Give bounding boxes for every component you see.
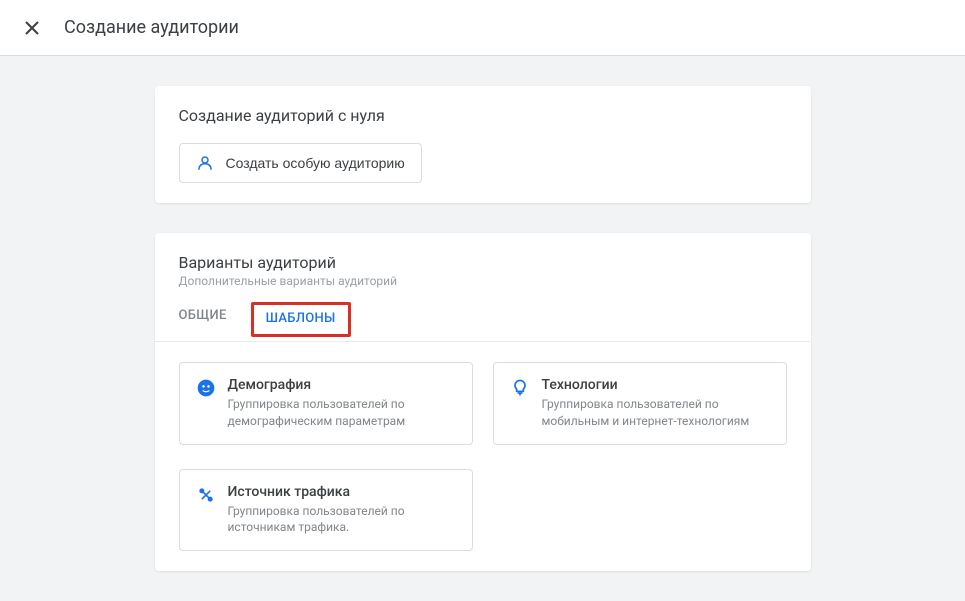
card-demographics[interactable]: Демография Группировка пользователей по … bbox=[179, 362, 473, 445]
page-header: Создание аудитории bbox=[0, 0, 965, 56]
card-desc: Группировка пользователей по источникам … bbox=[228, 503, 456, 537]
content-area: Создание аудиторий с нуля Создать особую… bbox=[0, 56, 965, 601]
card-technology[interactable]: Технологии Группировка пользователей по … bbox=[493, 362, 787, 445]
card-desc: Группировка пользователей по демографиче… bbox=[228, 396, 456, 430]
scratch-section-title: Создание аудиторий с нуля bbox=[179, 106, 787, 125]
close-icon bbox=[24, 20, 40, 36]
create-button-label: Создать особую аудиторию bbox=[226, 155, 405, 171]
card-traffic-source[interactable]: Источник трафика Группировка пользовател… bbox=[179, 469, 473, 552]
traffic-icon bbox=[196, 485, 216, 505]
technology-icon bbox=[510, 378, 530, 398]
template-cards-grid: Демография Группировка пользователей по … bbox=[155, 342, 811, 571]
person-icon bbox=[196, 154, 214, 172]
variants-section-title: Варианты аудиторий bbox=[179, 253, 787, 272]
tabs-container: ОБЩИЕ ШАБЛОНЫ bbox=[155, 298, 811, 342]
card-title: Технологии bbox=[542, 377, 770, 393]
page-title: Создание аудитории bbox=[64, 17, 239, 38]
variants-panel: Варианты аудиторий Дополнительные вариан… bbox=[155, 233, 811, 571]
tab-templates[interactable]: ШАБЛОНЫ bbox=[251, 302, 351, 337]
variants-section-subtitle: Дополнительные варианты аудиторий bbox=[179, 274, 787, 288]
scratch-panel: Создание аудиторий с нуля Создать особую… bbox=[155, 86, 811, 203]
card-desc: Группировка пользователей по мобильным и… bbox=[542, 396, 770, 430]
tab-general[interactable]: ОБЩИЕ bbox=[179, 298, 227, 341]
card-title: Источник трафика bbox=[228, 484, 456, 500]
demographics-icon bbox=[196, 378, 216, 398]
card-title: Демография bbox=[228, 377, 456, 393]
create-custom-audience-button[interactable]: Создать особую аудиторию bbox=[179, 143, 422, 183]
close-button[interactable] bbox=[20, 16, 44, 40]
